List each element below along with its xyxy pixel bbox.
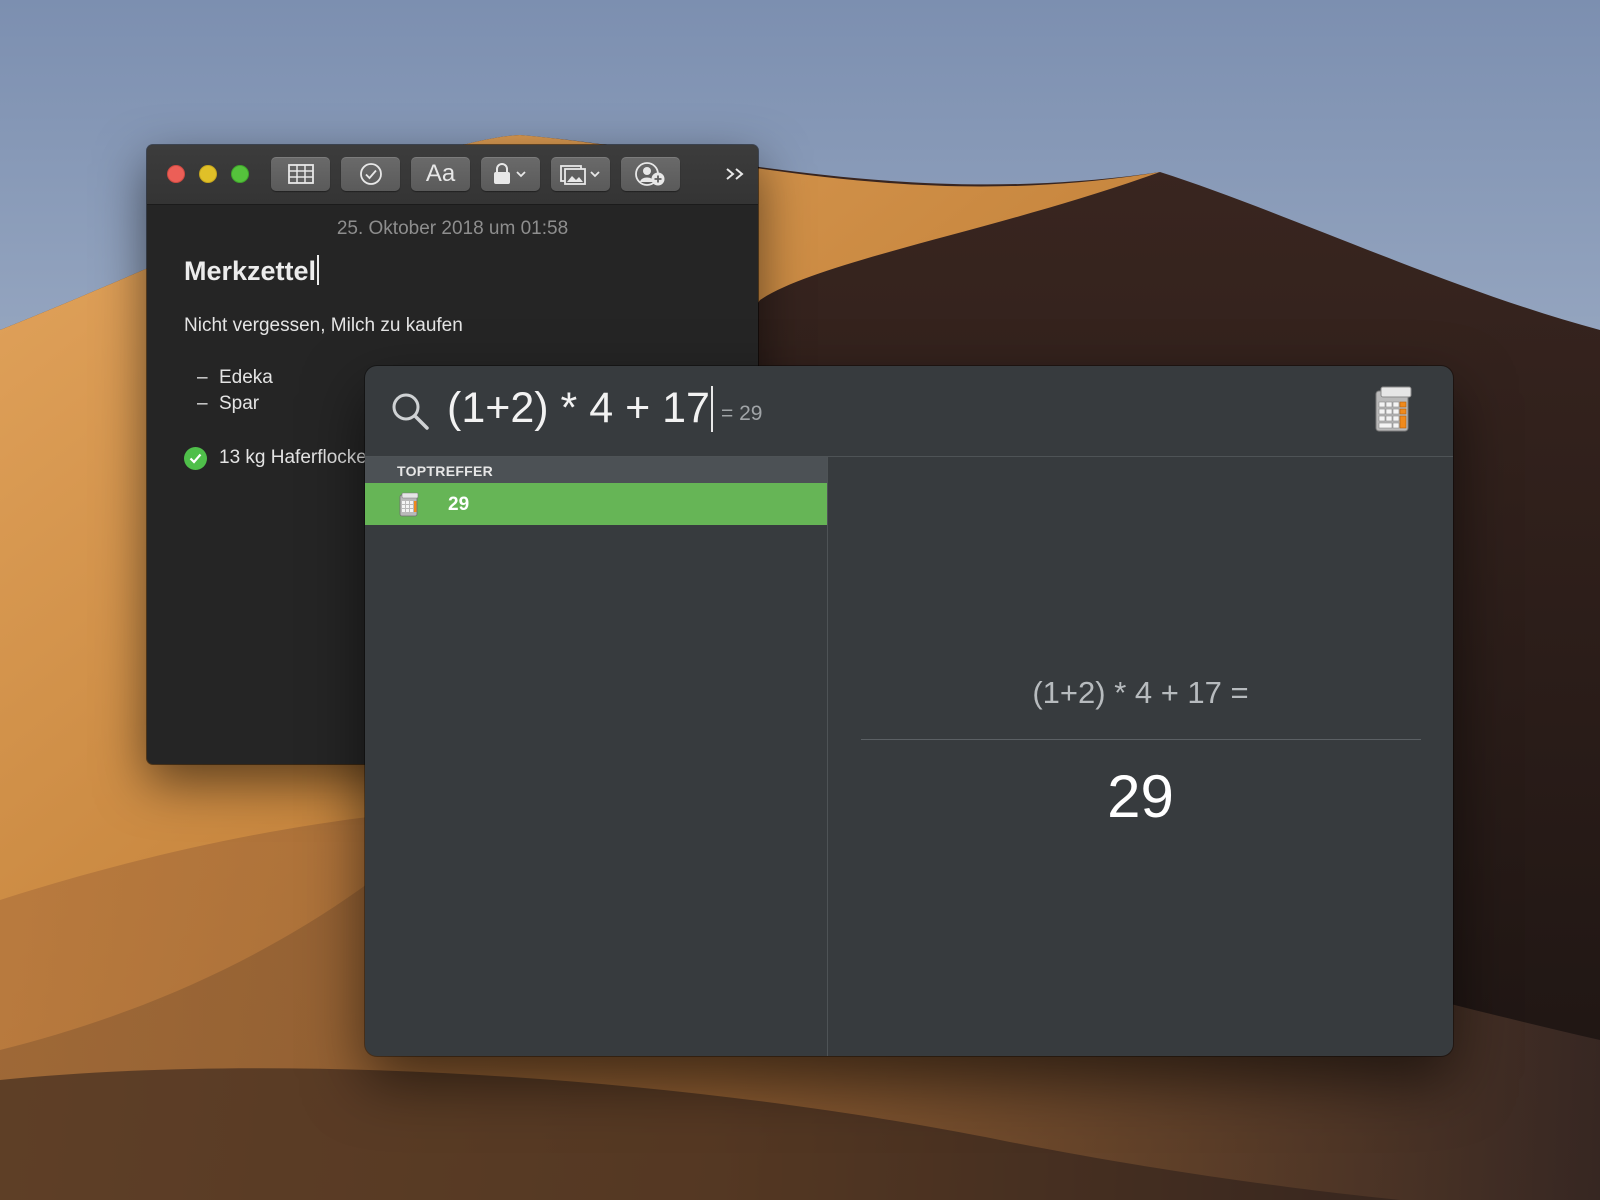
results-list: TOPTREFFER 29 (365, 457, 828, 1056)
spotlight-panel: (1+2) * 4 + 17 = 29 TOPTREFFER 29 (1+2) … (365, 366, 1453, 1056)
preview-expression: (1+2) * 4 + 17 = (1032, 675, 1249, 710)
search-query-text: (1+2) * 4 + 17 (447, 384, 710, 432)
format-button[interactable]: Aa (411, 157, 470, 191)
lock-icon (493, 163, 526, 184)
toolbar-overflow-button[interactable] (722, 159, 748, 189)
preview-pane: (1+2) * 4 + 17 = 29 (828, 457, 1453, 1056)
checklist-icon (359, 163, 382, 185)
top-hit-label: 29 (448, 494, 470, 515)
preview-divider (861, 739, 1421, 740)
checklist-item-text[interactable]: 13 kg Haferflocken (219, 447, 377, 469)
zoom-window-button[interactable] (231, 165, 249, 183)
text-caret (317, 255, 320, 285)
note-title[interactable]: Merkzettel (184, 255, 320, 287)
notes-toolbar: Aa (147, 145, 758, 205)
checkmark-icon (189, 453, 202, 464)
spotlight-search-input[interactable]: (1+2) * 4 + 17 = 29 (447, 384, 762, 433)
spotlight-search-bar: (1+2) * 4 + 17 = 29 (365, 366, 1453, 457)
media-icon (559, 165, 600, 185)
section-header-top-hits: TOPTREFFER (365, 457, 827, 483)
close-window-button[interactable] (167, 165, 185, 183)
add-people-button[interactable] (621, 157, 680, 191)
text-caret (710, 385, 713, 432)
note-bullet-item[interactable]: – Spar (197, 393, 259, 415)
add-people-icon (634, 162, 664, 186)
checklist-button[interactable] (341, 157, 400, 191)
preview-result: 29 (1107, 763, 1174, 830)
lock-button[interactable] (481, 157, 540, 191)
checklist-checkbox[interactable] (184, 447, 207, 470)
inline-result: = 29 (720, 401, 763, 425)
note-date: 25. Oktober 2018 um 01:58 (336, 218, 569, 239)
note-body-line[interactable]: Nicht vergessen, Milch zu kaufen (184, 315, 463, 337)
minimize-window-button[interactable] (199, 165, 217, 183)
table-icon (287, 164, 314, 184)
calculator-icon (1375, 386, 1412, 432)
calculator-icon (399, 492, 419, 517)
media-button[interactable] (551, 157, 610, 191)
more-icon (726, 168, 744, 180)
font-icon: Aa (425, 160, 456, 187)
search-icon (392, 393, 429, 430)
top-hit-result[interactable]: 29 (365, 483, 827, 525)
note-bullet-item[interactable]: – Edeka (197, 367, 273, 389)
table-button[interactable] (271, 157, 330, 191)
